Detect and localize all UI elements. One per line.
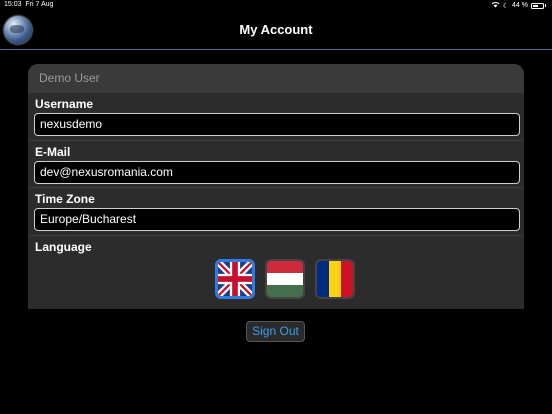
language-row: Language (28, 236, 524, 303)
page-title: My Account (239, 22, 313, 37)
wifi-icon (491, 1, 500, 10)
romania-flag-icon[interactable] (315, 259, 355, 299)
timezone-field[interactable]: Europe/Bucharest (34, 208, 520, 231)
username-field[interactable]: nexusdemo (34, 113, 520, 136)
sign-out-button[interactable]: Sign Out (246, 321, 305, 342)
battery-percent: 44 % (512, 2, 528, 9)
email-field[interactable]: dev@nexusromania.com (34, 161, 520, 184)
navigation-bar: My Account (0, 12, 552, 50)
hungary-flag-icon[interactable] (265, 259, 305, 299)
account-card: Demo User Username nexusdemo E-Mail dev@… (28, 64, 524, 309)
status-bar: 15:03 Fri 7 Aug ☾ 44 % (0, 0, 552, 12)
battery-icon (531, 2, 544, 9)
email-label: E-Mail (35, 145, 71, 159)
language-flags (34, 259, 518, 299)
timezone-row: Time Zone Europe/Bucharest (28, 188, 524, 236)
email-row: E-Mail dev@nexusromania.com (28, 141, 524, 188)
status-right: ☾ 44 % (491, 1, 546, 10)
uk-flag-icon[interactable] (215, 259, 255, 299)
time-text: 15:03 (4, 1, 22, 8)
moon-icon: ☾ (502, 2, 510, 10)
language-label: Language (35, 240, 92, 254)
timezone-label: Time Zone (35, 192, 95, 206)
username-label: Username (35, 97, 94, 111)
date-text: Fri 7 Aug (25, 1, 54, 8)
username-row: Username nexusdemo (28, 93, 524, 141)
card-header: Demo User (28, 64, 524, 93)
status-time: 15:03 Fri 7 Aug (4, 1, 53, 8)
